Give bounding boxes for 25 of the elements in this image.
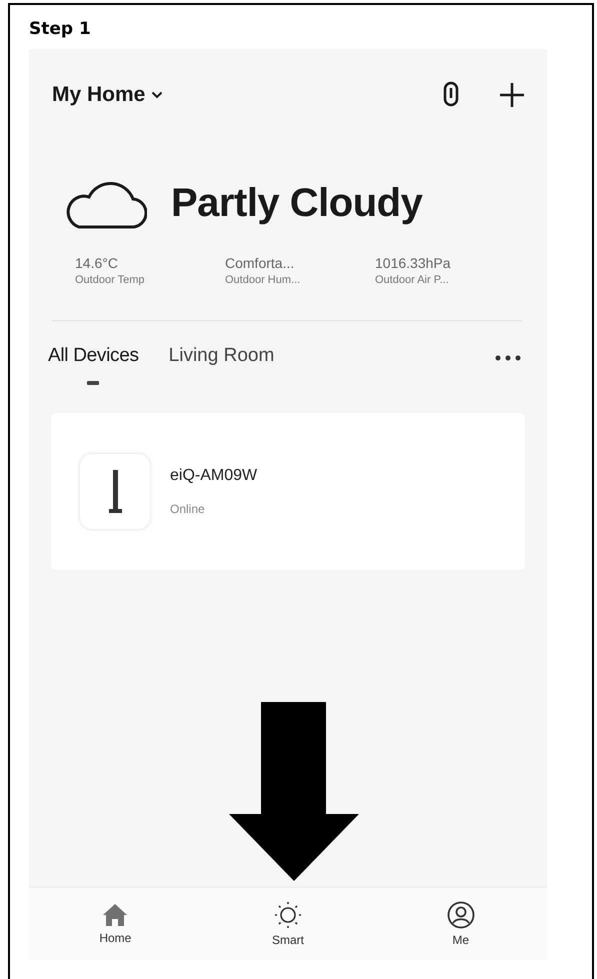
profile-icon xyxy=(446,901,475,929)
chevron-down-icon xyxy=(151,91,164,99)
room-tab[interactable]: All Devices xyxy=(48,345,139,385)
add-icon[interactable] xyxy=(499,82,525,108)
weather-value: 14.6°C xyxy=(75,255,118,271)
sun-icon xyxy=(274,901,302,929)
nav-tab[interactable]: Me xyxy=(374,888,548,960)
microphone-icon[interactable] xyxy=(441,81,461,109)
room-tab[interactable]: Living Room xyxy=(168,345,274,385)
tower-fan-icon xyxy=(108,470,122,514)
more-icon[interactable] xyxy=(495,355,521,361)
weather-condition: Partly Cloudy xyxy=(171,180,422,226)
weather-label: Outdoor Air P... xyxy=(375,274,449,286)
nav-tab[interactable]: Smart xyxy=(202,888,374,960)
weather-value: Comforta... xyxy=(225,255,294,271)
nav-tab[interactable]: Home xyxy=(29,888,202,960)
device-status: Online xyxy=(170,502,206,516)
home-selector[interactable]: My Home xyxy=(52,83,164,107)
weather-label: Outdoor Hum... xyxy=(225,274,300,286)
home-icon xyxy=(102,903,128,927)
weather-label: Outdoor Temp xyxy=(75,274,145,286)
device-card[interactable]: eiQ-AM09W Online xyxy=(51,413,525,570)
device-name: eiQ-AM09W xyxy=(170,467,258,485)
step-title: Step 1 xyxy=(29,19,91,39)
weather-value: 1016.33hPa xyxy=(375,255,451,271)
